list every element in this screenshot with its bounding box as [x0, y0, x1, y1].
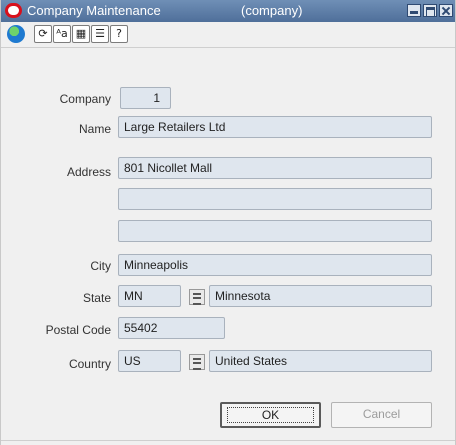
bottom-divider — [1, 440, 455, 441]
country-lookup-icon[interactable] — [189, 354, 205, 370]
company-maintenance-window: Company Maintenance (company) ⟳ ᴬa ▦ ☰ ?… — [0, 0, 456, 445]
ok-button-label: OK — [226, 407, 315, 423]
help-icon[interactable]: ? — [110, 25, 128, 43]
toolbar: ⟳ ᴬa ▦ ☰ ? — [1, 22, 455, 48]
country-name-field: United States — [209, 350, 432, 372]
window-subtitle: (company) — [241, 3, 303, 18]
address-label: Address — [66, 165, 111, 179]
cancel-button[interactable]: Cancel — [331, 402, 432, 428]
title-bar[interactable]: Company Maintenance (company) — [1, 0, 455, 22]
state-code-field[interactable]: MN — [118, 285, 181, 307]
spell-check-icon[interactable]: ᴬa — [53, 25, 71, 43]
address-line3-field[interactable] — [118, 220, 432, 242]
postal-code-field[interactable]: 55402 — [118, 317, 225, 339]
city-field[interactable]: Minneapolis — [118, 254, 432, 276]
company-label: Company — [59, 92, 111, 106]
city-label: City — [90, 259, 111, 273]
state-label: State — [82, 291, 111, 305]
company-field[interactable]: 1 — [120, 87, 171, 109]
state-name-field: Minnesota — [209, 285, 432, 307]
minimize-button[interactable] — [407, 4, 421, 17]
country-label: Country — [68, 357, 111, 371]
notes-icon[interactable]: ☰ — [91, 25, 109, 43]
name-label: Name — [78, 122, 111, 136]
window-title: Company Maintenance — [27, 3, 161, 18]
address-line2-field[interactable] — [118, 188, 432, 210]
country-code-field[interactable]: US — [118, 350, 181, 372]
name-field[interactable]: Large Retailers Ltd — [118, 116, 432, 138]
state-lookup-icon[interactable] — [189, 289, 205, 305]
oracle-logo-icon — [5, 3, 22, 18]
maximize-button[interactable] — [423, 4, 437, 17]
ok-button[interactable]: OK — [220, 402, 321, 428]
postal-code-label: Postal Code — [45, 323, 111, 337]
calendar-icon[interactable]: ▦ — [72, 25, 90, 43]
sync-icon[interactable]: ⟳ — [34, 25, 52, 43]
address-line1-field[interactable]: 801 Nicollet Mall — [118, 157, 432, 179]
globe-icon[interactable] — [7, 25, 25, 43]
close-button[interactable] — [439, 4, 453, 17]
